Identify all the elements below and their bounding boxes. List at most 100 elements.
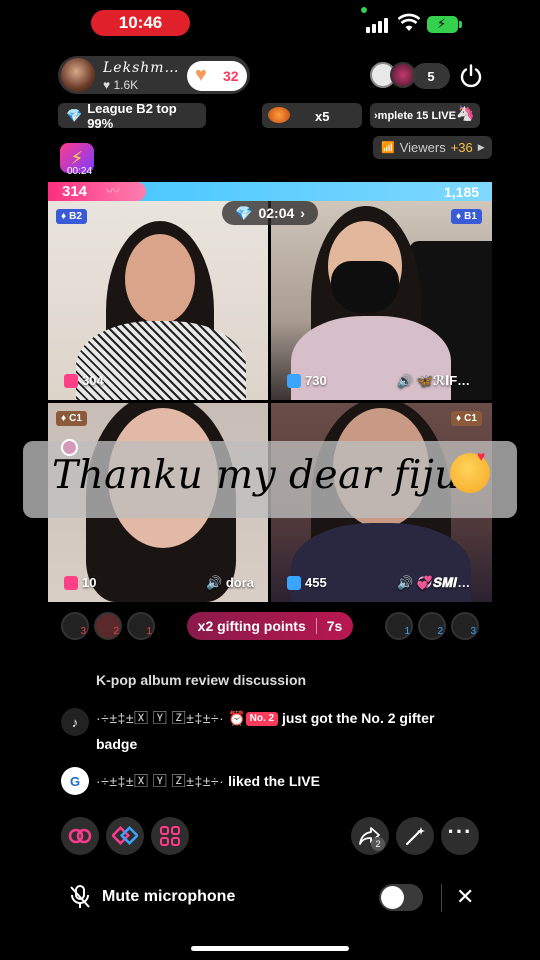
score-icon (287, 575, 301, 590)
diamond-icon: 💎 (66, 107, 83, 123)
share-count: 2 (371, 837, 385, 851)
wifi-icon (398, 13, 420, 31)
more-options-button[interactable]: ··· (441, 817, 479, 855)
tile-score: 455 (287, 575, 327, 590)
more-dots-icon: ··· (447, 819, 473, 844)
chat-message: ·÷±‡±🅇 🅈 🅉±‡±÷· ⏰ No. 2 just got the No. … (96, 705, 476, 757)
score-icon (64, 575, 78, 590)
tile-name: 🔊 💞𝑺𝑴𝑰… (397, 575, 470, 591)
host-avatar[interactable] (61, 58, 95, 92)
league-label: League B2 top 99% (87, 100, 177, 131)
magic-button[interactable] (396, 817, 434, 855)
gifting-timer: 7s (326, 618, 343, 634)
battle-timer: 02:04 (258, 205, 295, 221)
effects-button[interactable] (106, 817, 144, 855)
chat-faded-message: K-pop album review discussion (96, 672, 307, 688)
chat-username[interactable]: ·÷±‡±🅇 🅈 🅉±‡±÷· (96, 773, 224, 789)
chat-username[interactable]: ·÷±‡±🅇 🅈 🅉±‡±÷· (96, 710, 224, 726)
gifting-label: x2 gifting points (197, 618, 306, 634)
viewers-pill[interactable]: 📶 Viewers +36 ▶ (373, 136, 492, 159)
gifter-avatar[interactable]: 2 (418, 612, 446, 640)
chat-message: ·÷±‡±🅇 🅈 🅉±‡±÷· liked the LIVE (96, 768, 476, 794)
gifter-rank: 3 (470, 626, 476, 637)
tier-label: B2 (69, 211, 82, 222)
divider (441, 884, 442, 912)
tier-label: C1 (69, 413, 82, 424)
microphone-muted-icon (70, 885, 90, 908)
task-reward-icon: 🦄 (456, 105, 475, 122)
score-icon (64, 373, 78, 388)
mute-microphone-label: Mute microphone (102, 888, 236, 905)
effects-icon (112, 825, 138, 846)
toggle-knob (381, 886, 404, 909)
viewer-count[interactable]: 5 (412, 63, 450, 89)
diamond-icon: ♦ (61, 413, 67, 424)
link-guest-button[interactable] (61, 817, 99, 855)
tier-badge: ♦ C1 (451, 411, 482, 426)
viewers-delta: +36 (450, 140, 473, 155)
tile-name: 🔊 dora (206, 575, 254, 591)
magic-wand-icon (405, 827, 425, 846)
power-icon[interactable] (457, 62, 485, 90)
grid-icon (160, 826, 180, 846)
host-likes-value: 1.6K (113, 78, 139, 92)
battle-left-score: 314 (62, 183, 88, 200)
gifting-points-pill[interactable]: x2 gifting points 7s (187, 612, 353, 640)
gifter-rank: 3 (80, 626, 86, 637)
tile-score-value: 10 (82, 575, 97, 590)
gifter-avatar[interactable]: 1 (127, 612, 155, 640)
clock-badge-icon: ⏰ (228, 710, 246, 726)
gifter-rank: 2 (113, 626, 119, 637)
diamond-icon: ♦ (456, 413, 462, 424)
lightning-timer: 00:24 (67, 166, 93, 177)
video-tile[interactable]: ♦ B1 730 🔊 🦋ℛ𝐈F… (271, 201, 492, 400)
gifter-avatar[interactable]: 2 (94, 612, 122, 640)
tiktok-icon[interactable]: ♪ (61, 708, 89, 736)
league-pill[interactable]: 💎 League B2 top 99% (58, 100, 206, 131)
gem-icon: 💎 (235, 204, 253, 221)
planet-icon (268, 107, 290, 123)
speaker-icon: 🔊 (397, 575, 414, 590)
tile-name-value: 💞𝑺𝑴𝑰… (416, 575, 471, 590)
follow-heart-icon: ♥ (195, 64, 207, 86)
chevron-right-icon: › (300, 205, 305, 221)
host-likes: ♥ 1.6K (103, 78, 138, 92)
mic-indicator-dot (361, 7, 367, 13)
gifter-avatar[interactable]: 3 (451, 612, 479, 640)
gifter-rank-badge: No. 2 (245, 712, 279, 727)
close-icon[interactable]: ✕ (456, 884, 474, 910)
home-indicator[interactable] (191, 946, 349, 951)
share-button[interactable] (351, 817, 389, 855)
hearts-icon: ♥ (477, 448, 486, 464)
battle-right-score: 1,185 (444, 184, 480, 200)
tile-score: 304 (64, 373, 104, 388)
speaker-icon: 🔊 (206, 575, 223, 590)
gifter-avatar[interactable]: 1 (385, 612, 413, 640)
tier-label: C1 (464, 413, 477, 424)
divider (315, 618, 317, 634)
gifter-avatar[interactable]: 3 (61, 612, 89, 640)
tier-label: B1 (464, 211, 477, 222)
face-mask (331, 261, 399, 313)
charging-bolt-icon: ⚡ (437, 16, 447, 31)
diamond-icon: ♦ (61, 211, 67, 222)
squiggle-icon: 〰 (106, 183, 120, 199)
cellular-signal-icon (366, 16, 388, 33)
score-icon (287, 373, 301, 388)
tile-score-value: 455 (305, 575, 327, 590)
host-name: Lekshm… (103, 60, 180, 76)
gifter-rank: 1 (146, 626, 152, 637)
tier-badge: ♦ B2 (56, 209, 87, 224)
more-tools-button[interactable] (151, 817, 189, 855)
battery-tip (459, 21, 462, 28)
video-tile[interactable]: ♦ B2 304 (48, 201, 268, 400)
heart-icon: ♥ (103, 78, 111, 92)
tile-score: 10 (64, 575, 96, 590)
task-label: ›mplete 15 LIVE (374, 109, 456, 122)
status-time: 10:46 (91, 10, 190, 36)
chat-text: liked the LIVE (228, 773, 320, 789)
user-avatar[interactable]: G (61, 767, 89, 795)
battle-timer-pill[interactable]: 💎 02:04 › (222, 201, 318, 225)
tier-badge: ♦ C1 (56, 411, 87, 426)
viewers-label: Viewers (399, 140, 446, 155)
